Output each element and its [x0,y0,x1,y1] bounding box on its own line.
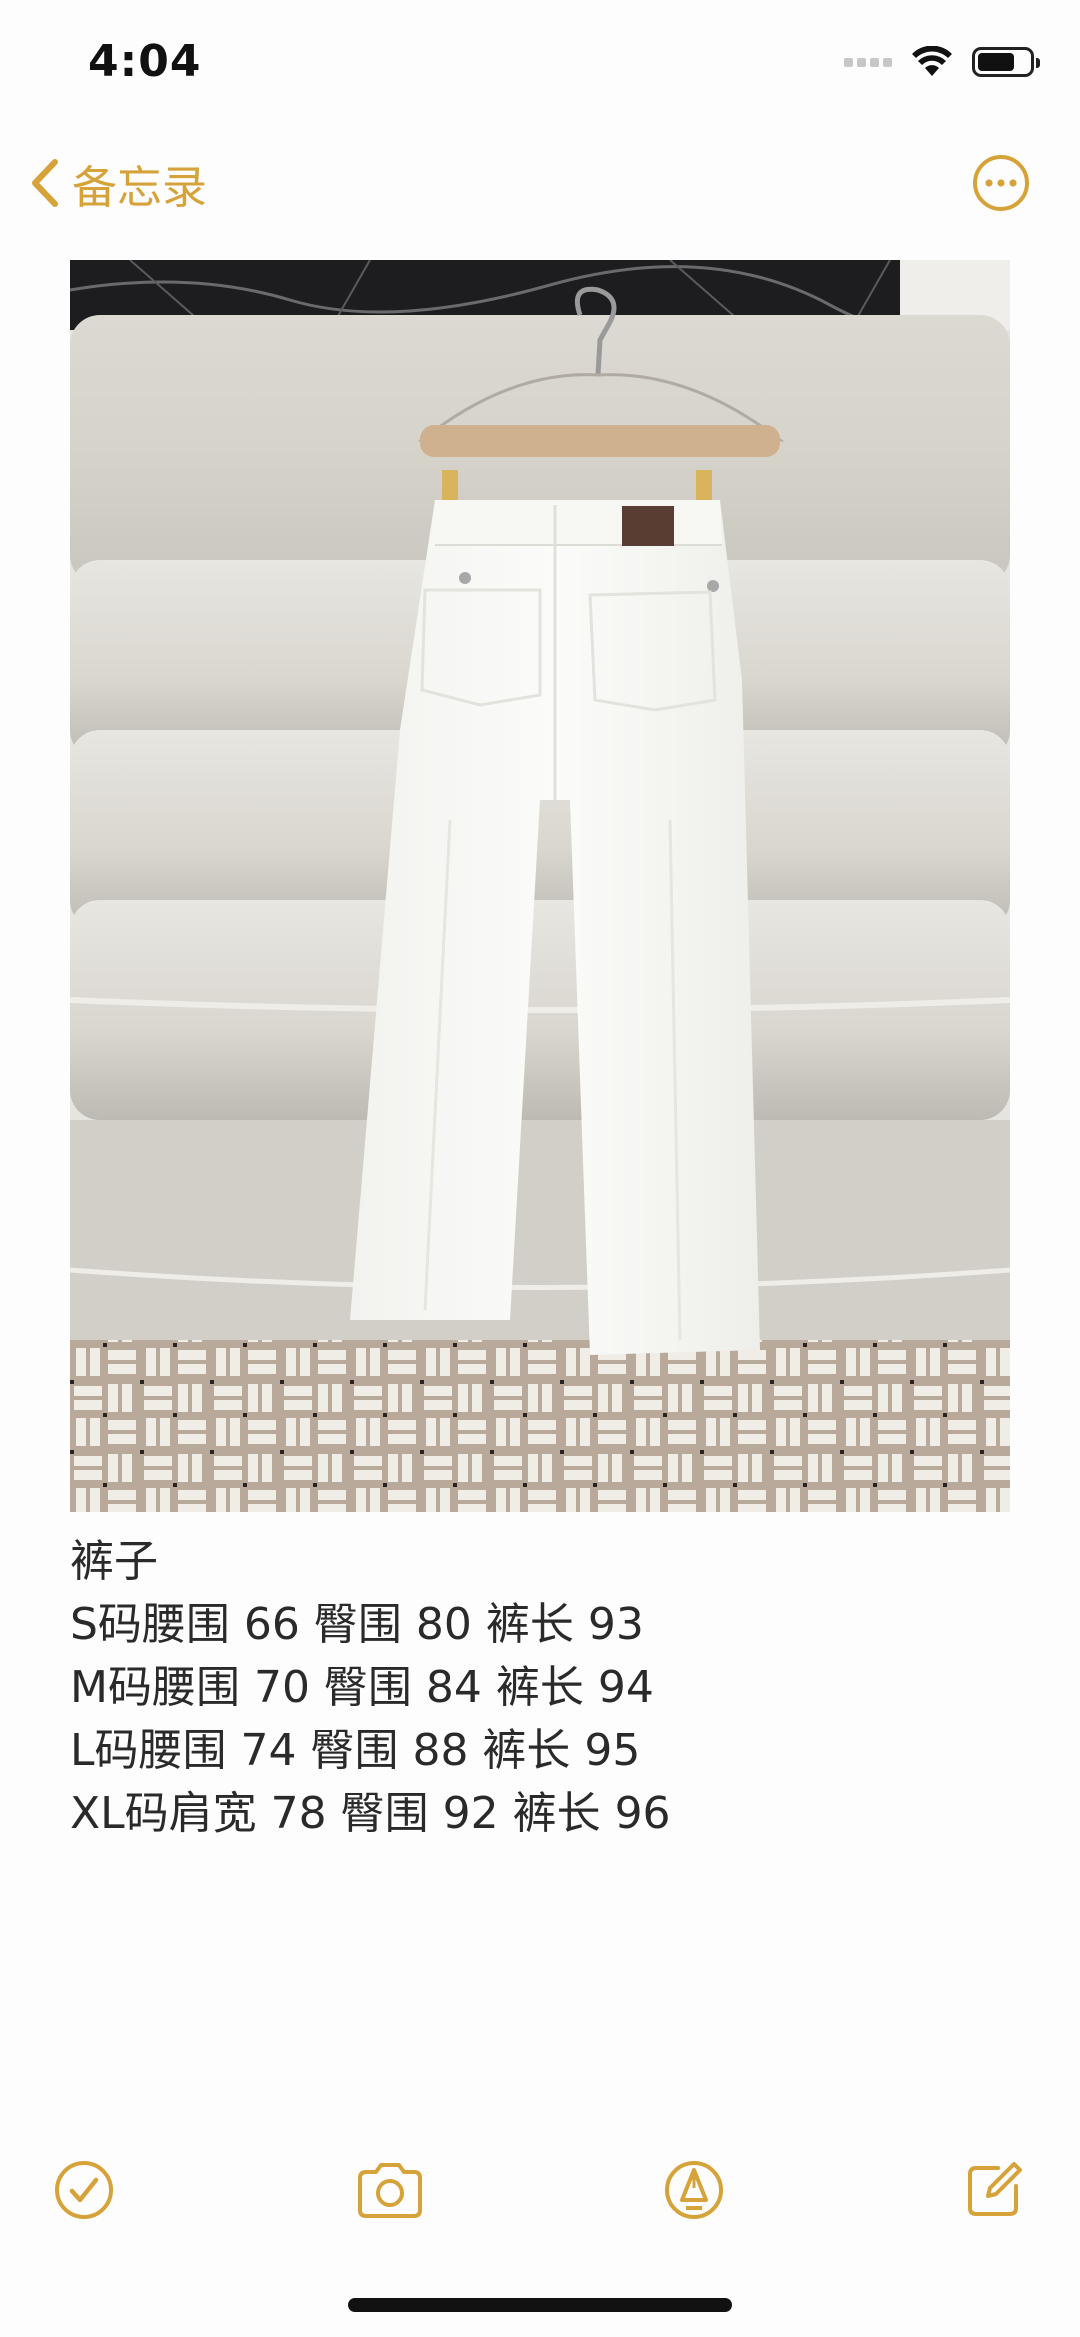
camera-button[interactable] [354,2158,426,2222]
wifi-icon [912,46,952,76]
note-line-s: S码腰围 66 臀围 80 裤长 93 [70,1599,644,1650]
compose-button[interactable] [962,2158,1026,2222]
checkmark-circle-icon [55,2161,113,2219]
pen-tip-circle-icon [665,2161,723,2219]
compose-icon [968,2162,1022,2216]
back-label: 备忘录 [72,160,208,214]
back-button[interactable]: 备忘录 [30,150,207,216]
note-line-m: M码腰围 70 臀围 84 裤长 94 [70,1662,654,1713]
note-body[interactable]: 裤子 S码腰围 66 臀围 80 裤长 93 M码腰围 70 臀围 84 裤长 … [70,1530,1010,1845]
more-button[interactable] [972,154,1030,212]
status-time: 4:04 [88,36,202,87]
markup-button[interactable] [662,2158,726,2222]
home-indicator[interactable] [348,2298,732,2312]
chevron-left-icon [32,159,58,207]
note-photo[interactable] [70,260,1010,1512]
status-icons [844,46,1040,78]
note-line-l: L码腰围 74 臀围 88 裤长 95 [70,1725,641,1776]
trousers-photo [70,260,1010,1512]
note-line-xl: XL码肩宽 78 臀围 92 裤长 96 [70,1788,671,1839]
status-bar: 4:04 [0,0,1080,130]
notes-screen: 4:04 备忘录 裤子 S码腰围 66 臀围 80 裤长 93 M码腰围 70 … [0,0,1080,2337]
cellular-signal-icon [844,57,892,67]
note-title-line: 裤子 [70,1536,158,1587]
checklist-button[interactable] [52,2158,116,2222]
camera-icon [358,2163,422,2218]
battery-icon [972,47,1040,77]
ellipsis-circle-icon [973,155,1029,211]
